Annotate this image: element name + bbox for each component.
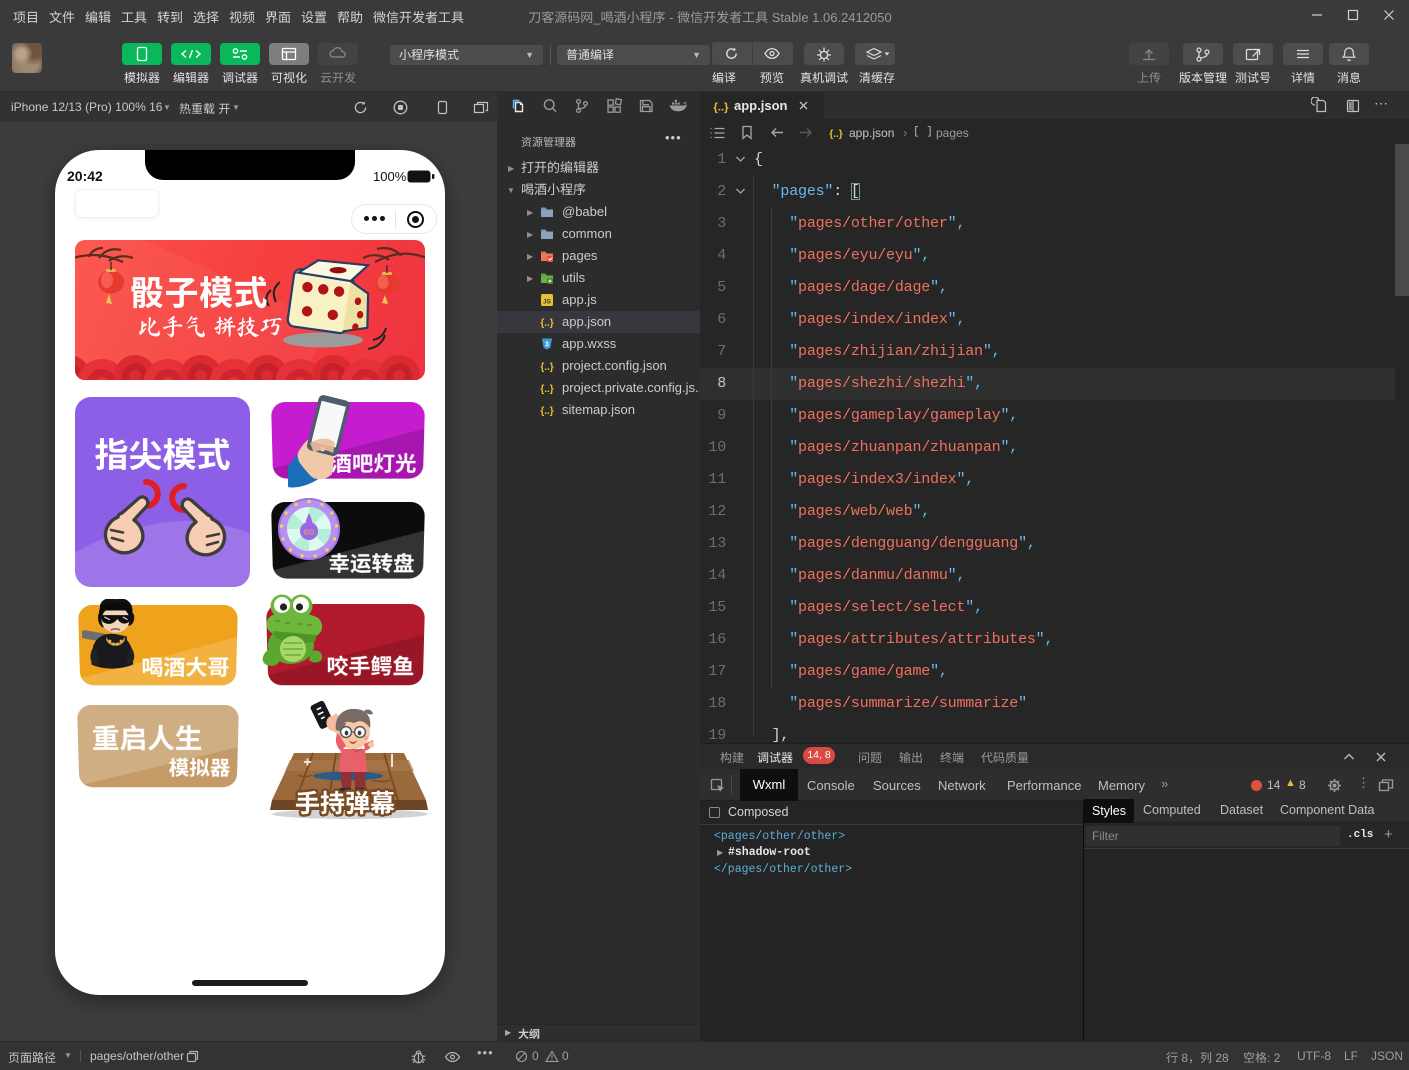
svg-text:{..}: {..} [540, 406, 553, 417]
svg-text:{..}: {..} [540, 362, 553, 373]
svg-text:{..}: {..} [829, 129, 842, 140]
svg-text:JS: JS [543, 299, 552, 306]
svg-text:GO: GO [304, 530, 315, 537]
svg-text:{..}: {..} [540, 318, 553, 329]
svg-text:{..}: {..} [713, 102, 729, 114]
svg-text:3: 3 [545, 342, 549, 349]
svg-text:{..}: {..} [540, 384, 553, 395]
